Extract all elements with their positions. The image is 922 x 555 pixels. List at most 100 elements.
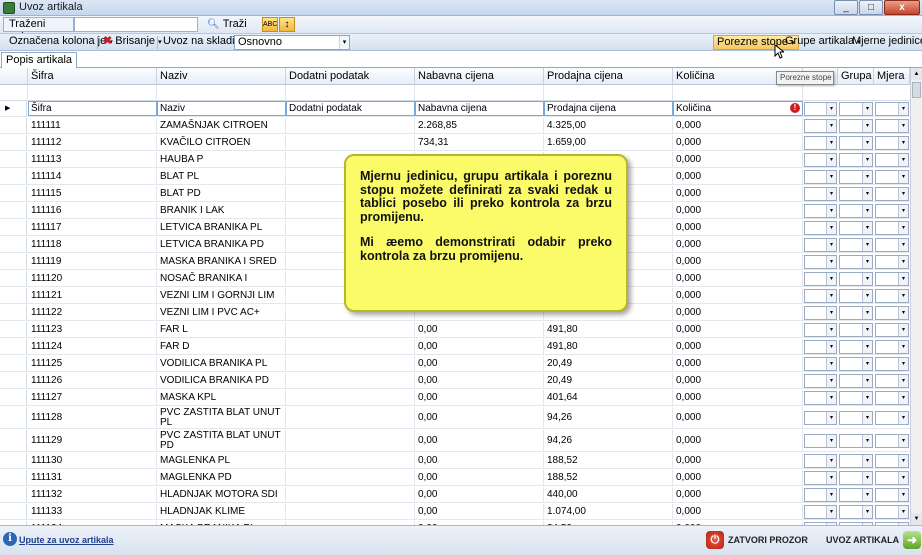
group-select[interactable]: ▾ bbox=[839, 434, 873, 448]
cell-naziv[interactable]: NOSAČ BRANIKA I bbox=[157, 271, 286, 286]
row-selector[interactable] bbox=[0, 487, 27, 502]
cell-prodajna[interactable]: 401,64 bbox=[544, 390, 673, 405]
cell-naziv[interactable]: MASKA BRANIKA I SRED bbox=[157, 254, 286, 269]
group-select[interactable]: ▾ bbox=[839, 488, 873, 502]
cell-dodatni[interactable] bbox=[286, 407, 415, 428]
cell-sifra[interactable]: 111122 bbox=[28, 305, 157, 320]
cell-dodatni[interactable] bbox=[286, 356, 415, 371]
cell-prodajna[interactable]: 188,52 bbox=[544, 453, 673, 468]
cell-naziv[interactable]: VEZNI LIM I PVC AC+ bbox=[157, 305, 286, 320]
filter-cell[interactable] bbox=[415, 85, 544, 101]
unit-select[interactable]: ▾ bbox=[875, 471, 909, 485]
tax-rate-select[interactable]: ▾ bbox=[804, 434, 837, 448]
tax-rate-select[interactable]: ▾ bbox=[804, 340, 837, 354]
cell-prodajna[interactable]: 94,26 bbox=[544, 430, 673, 451]
cell-kolicina[interactable]: 0,000 bbox=[673, 487, 803, 502]
cell-dodatni[interactable] bbox=[286, 118, 415, 133]
cell-nabavna[interactable]: 2.268,85 bbox=[415, 118, 544, 133]
cell-naziv[interactable]: HLADNJAK KLIME bbox=[157, 504, 286, 519]
group-select[interactable]: ▾ bbox=[839, 306, 873, 320]
filter-cell[interactable] bbox=[286, 85, 415, 101]
row-selector[interactable] bbox=[0, 254, 27, 269]
cell-naziv[interactable]: PVC ZAŠTITA BLAT UNUT PD bbox=[157, 430, 286, 451]
cell-sifra[interactable]: 111120 bbox=[28, 271, 157, 286]
unit-select[interactable]: ▾ bbox=[875, 454, 909, 468]
cell-dodatni[interactable] bbox=[286, 487, 415, 502]
sort-abc-button[interactable]: ABC bbox=[262, 17, 278, 32]
unit-select[interactable]: ▾ bbox=[875, 272, 909, 286]
cell-kolicina[interactable]: 0,000 bbox=[673, 118, 803, 133]
unit-select[interactable]: ▾ bbox=[875, 411, 909, 425]
sort-order-button[interactable]: ↕ bbox=[279, 17, 295, 32]
column-header-prodajna[interactable]: Prodajna cijena bbox=[544, 68, 673, 85]
table-row[interactable]: 111111 ZAMAŠNJAK CITROEN 2.268,85 4.325,00 0… bbox=[0, 118, 910, 134]
table-row[interactable]: 111131 MAGLENKA PD 0,00 188,52 0,000 ▾ ▾ ▾ bbox=[0, 470, 910, 486]
tax-rate-select[interactable]: ▾ bbox=[804, 204, 837, 218]
cell-sifra[interactable]: 111117 bbox=[28, 220, 157, 235]
tax-rate-select[interactable]: ▾ bbox=[804, 488, 837, 502]
cell-naziv[interactable]: PVC ZAŠTITA BLAT UNUT PL bbox=[157, 407, 286, 428]
unit-select[interactable]: ▾ bbox=[875, 434, 909, 448]
cell-sifra[interactable]: 111131 bbox=[28, 470, 157, 485]
cell-dodatni[interactable] bbox=[286, 504, 415, 519]
tax-rate-select[interactable]: ▾ bbox=[804, 471, 837, 485]
cell-prodajna[interactable]: 1.074,00 bbox=[544, 504, 673, 519]
cell-naziv[interactable]: FAR L bbox=[157, 322, 286, 337]
unit-select[interactable]: ▾ bbox=[875, 357, 909, 371]
cell-naziv[interactable]: MAGLENKA PL bbox=[157, 453, 286, 468]
row-selector[interactable] bbox=[0, 322, 27, 337]
cell-kolicina[interactable]: 0,000 bbox=[673, 504, 803, 519]
cell-dodatni[interactable] bbox=[286, 470, 415, 485]
cell-naziv[interactable]: HAUBA P bbox=[157, 152, 286, 167]
cell-kolicina[interactable]: 0,000 bbox=[673, 407, 803, 428]
tax-rate-select[interactable]: ▾ bbox=[804, 136, 837, 150]
filter-cell[interactable] bbox=[157, 85, 286, 101]
group-select[interactable]: ▾ bbox=[839, 289, 873, 303]
cell-nabavna[interactable]: 0,00 bbox=[415, 356, 544, 371]
cell-nabavna[interactable]: 0,00 bbox=[415, 322, 544, 337]
search-button[interactable]: 🔍︎ Traži bbox=[203, 17, 251, 32]
cell-kolicina[interactable]: 0,000 bbox=[673, 254, 803, 269]
tax-rate-select[interactable]: ▾ bbox=[804, 454, 837, 468]
cell-kolicina[interactable]: 0,000 bbox=[673, 453, 803, 468]
group-select[interactable]: ▾ bbox=[839, 238, 873, 252]
group-select[interactable]: ▾ bbox=[839, 170, 873, 184]
cell-nabavna[interactable]: 0,00 bbox=[415, 390, 544, 405]
mapping-kolicina[interactable]: Količina bbox=[673, 101, 803, 116]
unit-select[interactable]: ▾ bbox=[875, 170, 909, 184]
cell-sifra[interactable]: 111127 bbox=[28, 390, 157, 405]
cell-kolicina[interactable]: 0,000 bbox=[673, 356, 803, 371]
cell-kolicina[interactable]: 0,000 bbox=[673, 373, 803, 388]
cell-naziv[interactable]: VODILICA BRANIKA PL bbox=[157, 356, 286, 371]
cell-naziv[interactable]: VEZNI LIM I GORNJI LIM bbox=[157, 288, 286, 303]
cell-kolicina[interactable]: 0,000 bbox=[673, 339, 803, 354]
tax-rate-select[interactable]: ▾ bbox=[804, 505, 837, 519]
table-row[interactable]: 111125 VODILICA BRANIKA PL 0,00 20,49 0,000 ▾… bbox=[0, 356, 910, 372]
cell-prodajna[interactable]: 1.659,00 bbox=[544, 135, 673, 150]
tab-item-list[interactable]: Popis artikala bbox=[1, 52, 78, 68]
cell-prodajna[interactable]: 188,52 bbox=[544, 470, 673, 485]
column-header-mjera[interactable]: Mjera bbox=[874, 68, 910, 85]
tax-rate-select[interactable]: ▾ bbox=[804, 119, 837, 133]
cell-prodajna[interactable]: 4.325,00 bbox=[544, 118, 673, 133]
row-selector[interactable] bbox=[0, 220, 27, 235]
table-row[interactable]: 111123 FAR L 0,00 491,80 0,000 ▾ ▾ ▾ bbox=[0, 322, 910, 338]
cell-kolicina[interactable]: 0,000 bbox=[673, 305, 803, 320]
column-header-dodatni[interactable]: Dodatni podatak bbox=[286, 68, 415, 85]
cell-prodajna[interactable]: 491,80 bbox=[544, 322, 673, 337]
table-row[interactable]: 111127 MASKA KPL 0,00 401,64 0,000 ▾ ▾ ▾ bbox=[0, 390, 910, 406]
group-select[interactable]: ▾ bbox=[839, 272, 873, 286]
cell-naziv[interactable]: LETVICA BRANIKA PD bbox=[157, 237, 286, 252]
unit-select[interactable]: ▾ bbox=[875, 221, 909, 235]
row-selector[interactable] bbox=[0, 237, 27, 252]
scroll-up-icon[interactable]: ▲ bbox=[911, 68, 922, 80]
group-select[interactable]: ▾ bbox=[839, 374, 873, 388]
unit-select[interactable]: ▾ bbox=[875, 153, 909, 167]
row-selector[interactable] bbox=[0, 470, 27, 485]
cell-nabavna[interactable]: 0,00 bbox=[415, 453, 544, 468]
unit-select[interactable]: ▾ bbox=[875, 505, 909, 519]
cell-nabavna[interactable]: 0,00 bbox=[415, 430, 544, 451]
group-select[interactable]: ▾ bbox=[839, 471, 873, 485]
filter-cell[interactable] bbox=[28, 85, 157, 101]
column-header-sifra[interactable]: Šifra bbox=[28, 68, 157, 85]
